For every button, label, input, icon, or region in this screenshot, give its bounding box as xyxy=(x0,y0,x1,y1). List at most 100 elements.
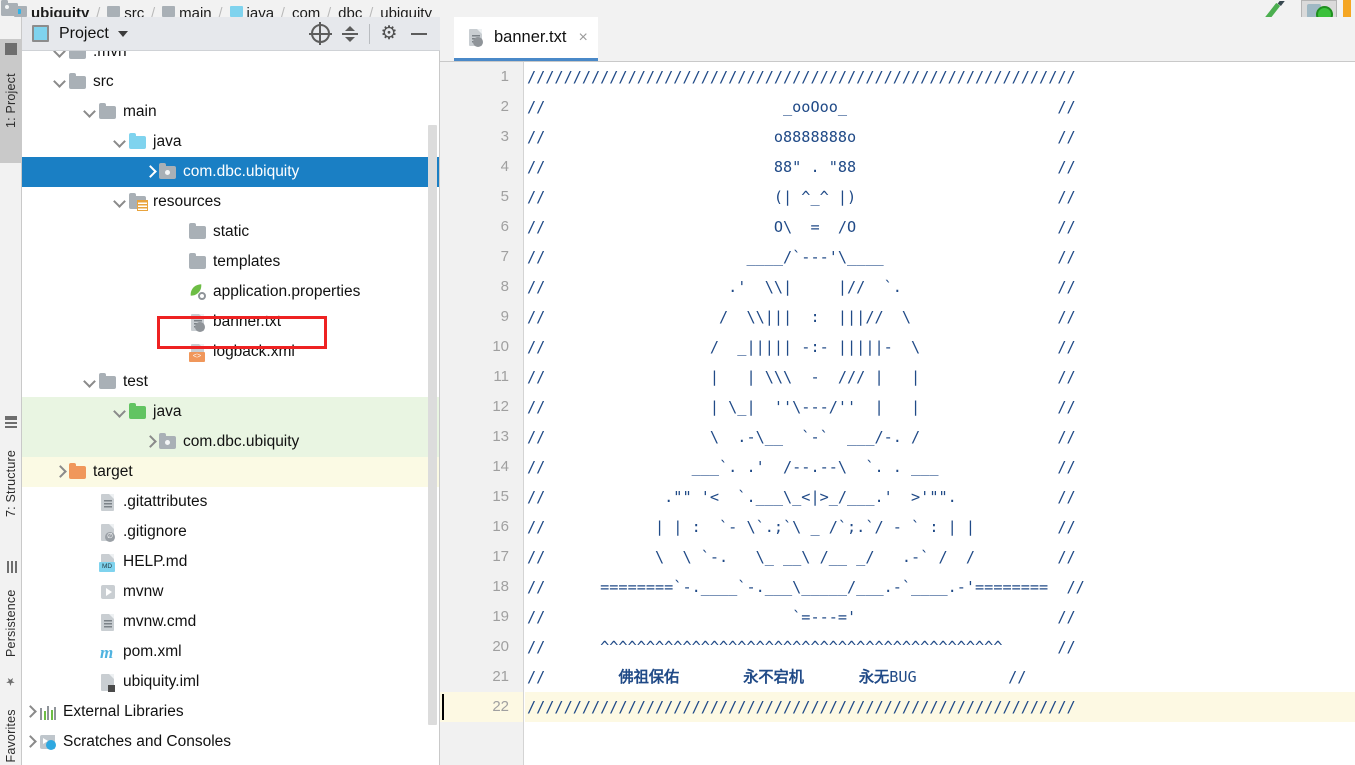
tree-item-label: mvnw.cmd xyxy=(123,613,197,630)
code-line[interactable]: // .' \\| |// `. // xyxy=(525,272,1355,302)
code-line[interactable]: // | | \\\ - /// | | // xyxy=(525,362,1355,392)
tool-tab-persistence[interactable]: Persistence xyxy=(0,557,22,690)
tree-item-.mvn[interactable]: .mvn xyxy=(22,51,440,67)
tree-item-.gitignore[interactable]: ∅ .gitignore xyxy=(22,517,440,547)
collapse-all-button[interactable] xyxy=(335,20,365,48)
tree-item-help.md[interactable]: MD HELP.md xyxy=(22,547,440,577)
select-opened-file-button[interactable] xyxy=(305,20,335,48)
breadcrumb: ubiquity / src / main / java / com / dbc / ubiquity xyxy=(0,0,1355,17)
tree-item-main[interactable]: main xyxy=(22,97,440,127)
tree-item-test[interactable]: test xyxy=(22,367,440,397)
code-line[interactable]: // \ .-\__ `-` ___/-. / // xyxy=(525,422,1355,452)
tree-item-.gitattributes[interactable]: .gitattributes xyxy=(22,487,440,517)
code-line[interactable]: // | \_| ''\---/'' | | // xyxy=(525,392,1355,422)
hammer-icon[interactable] xyxy=(1261,1,1295,17)
chevron-right-icon[interactable] xyxy=(22,704,38,720)
line-number: 22 xyxy=(440,692,523,722)
code-line[interactable]: // `=---=' // xyxy=(525,602,1355,632)
tool-tab--favorites[interactable]: 2: Favorites ★ xyxy=(0,672,22,765)
code-line[interactable]: // 88" . "88 // xyxy=(525,152,1355,182)
toolbar-edge-icon[interactable] xyxy=(1343,0,1351,17)
code-line[interactable]: // / \\||| : |||// \ // xyxy=(525,302,1355,332)
code-line[interactable]: ////////////////////////////////////////… xyxy=(525,62,1355,92)
tree-item-scratches-and-consoles[interactable]: Scratches and Consoles xyxy=(22,727,440,757)
settings-button[interactable]: ⚙ xyxy=(374,20,404,48)
tool-tab--project[interactable]: 1: Project xyxy=(0,39,22,163)
editor-tab-bar: banner.txt × xyxy=(440,17,1355,62)
code-line[interactable]: // / _||||| -:- |||||- \ // xyxy=(525,332,1355,362)
chevron-right-icon[interactable] xyxy=(22,734,38,750)
tree-item-java[interactable]: java xyxy=(22,397,440,427)
code-line[interactable]: // ."" '< `.___\_<|>_/___.' >'"". // xyxy=(525,482,1355,512)
code-line[interactable]: // _ooOoo_ // xyxy=(525,92,1355,122)
breadcrumb-label: src xyxy=(124,5,145,17)
tree-item-templates[interactable]: templates xyxy=(22,247,440,277)
line-number: 2 xyxy=(500,98,509,115)
code-line[interactable]: // O\ = /O // xyxy=(525,212,1355,242)
folder-icon xyxy=(68,51,88,61)
code-line[interactable]: // ^^^^^^^^^^^^^^^^^^^^^^^^^^^^^^^^^^^^^… xyxy=(525,632,1355,662)
text-caret xyxy=(442,694,444,720)
chevron-right-icon[interactable] xyxy=(52,464,68,480)
close-icon[interactable]: × xyxy=(578,29,587,46)
hide-button[interactable] xyxy=(404,20,434,48)
minimize-icon xyxy=(411,32,427,35)
code-content[interactable]: ////////////////////////////////////////… xyxy=(525,62,1355,765)
tree-item-mvnw[interactable]: mvnw xyxy=(22,577,440,607)
chevron-down-icon[interactable] xyxy=(82,374,98,390)
code-line[interactable]: // | | : `- \`.;`\ _ /`;.`/ - ` : | | // xyxy=(525,512,1355,542)
code-line[interactable]: // o8888888o // xyxy=(525,122,1355,152)
chevron-down-icon[interactable] xyxy=(52,51,68,60)
project-tree[interactable]: .mvn src main java com.dbc.ubiquity resources… xyxy=(22,51,440,765)
breadcrumb-item-ubiquity[interactable]: ubiquity xyxy=(14,0,89,17)
tree-item-java[interactable]: java xyxy=(22,127,440,157)
tree-item-label: banner.txt xyxy=(213,313,282,330)
coverage-icon[interactable] xyxy=(1301,0,1337,17)
package-icon xyxy=(158,433,178,451)
tool-window-bar: 1: Project 7: Structure Persistence 2: Favo… xyxy=(0,17,22,765)
folder-icon xyxy=(98,103,118,121)
breadcrumb-item-com[interactable]: com xyxy=(1,0,320,17)
chevron-down-icon[interactable] xyxy=(82,104,98,120)
tree-item-pom.xml[interactable]: m pom.xml xyxy=(22,637,440,667)
tree-item-application.properties[interactable]: application.properties xyxy=(22,277,440,307)
chevron-down-icon[interactable] xyxy=(117,30,128,37)
tree-item-ubiquity.iml[interactable]: ubiquity.iml xyxy=(22,667,440,697)
breadcrumb-item-ubiquity[interactable]: ubiquity xyxy=(1,0,432,17)
tree-item-com.dbc.ubiquity[interactable]: com.dbc.ubiquity xyxy=(22,427,440,457)
tree-item-target[interactable]: target xyxy=(22,457,440,487)
code-line[interactable]: // \ \ `-. \_ __\ /__ _/ .-` / / // xyxy=(525,542,1355,572)
project-panel-header: Project ⚙ xyxy=(22,17,440,51)
chevron-right-icon[interactable] xyxy=(142,434,158,450)
tree-item-mvnw.cmd[interactable]: mvnw.cmd xyxy=(22,607,440,637)
project-tree-scrollbar[interactable] xyxy=(428,125,437,725)
breadcrumb-item-main[interactable]: main xyxy=(162,0,212,17)
tree-item-static[interactable]: static xyxy=(22,217,440,247)
breadcrumb-item-dbc[interactable]: dbc xyxy=(1,0,362,17)
code-line[interactable]: // ____/`---'\____ // xyxy=(525,242,1355,272)
chevron-down-icon[interactable] xyxy=(112,134,128,150)
tree-item-com.dbc.ubiquity[interactable]: com.dbc.ubiquity xyxy=(22,157,440,187)
tool-tab--structure[interactable]: 7: Structure xyxy=(0,412,22,554)
tree-item-external-libraries[interactable]: External Libraries xyxy=(22,697,440,727)
code-line[interactable]: // (| ^_^ |) // xyxy=(525,182,1355,212)
code-line[interactable]: // 佛祖保佑 永不宕机 永无BUG // xyxy=(525,662,1355,692)
breadcrumb-item-java[interactable]: java xyxy=(229,0,274,17)
chevron-down-icon[interactable] xyxy=(52,74,68,90)
tab-banner-txt[interactable]: banner.txt × xyxy=(454,17,598,61)
breadcrumb-item-src[interactable]: src xyxy=(107,0,144,17)
code-line[interactable]: // ___`. .' /--.--\ `. . ___ // xyxy=(525,452,1355,482)
chevron-down-icon[interactable] xyxy=(112,194,128,210)
code-editor[interactable]: 1 2 3 4 5 6 7 8 9 10 11 12 13 14 15 16 17 18 19 20 21 22 ////… xyxy=(440,62,1355,765)
chevron-right-icon[interactable] xyxy=(142,164,158,180)
code-line[interactable]: ////////////////////////////////////////… xyxy=(525,692,1355,722)
tree-item-banner.txt[interactable]: banner.txt xyxy=(22,307,440,337)
tree-item-src[interactable]: src xyxy=(22,67,440,97)
tree-item-label: static xyxy=(213,223,250,240)
code-line[interactable]: // ========`-.____`-.___\_____/___.-`___… xyxy=(525,572,1355,602)
tree-item-resources[interactable]: resources xyxy=(22,187,440,217)
chevron-down-icon[interactable] xyxy=(112,404,128,420)
tree-item-logback.xml[interactable]: <> logback.xml xyxy=(22,337,440,367)
